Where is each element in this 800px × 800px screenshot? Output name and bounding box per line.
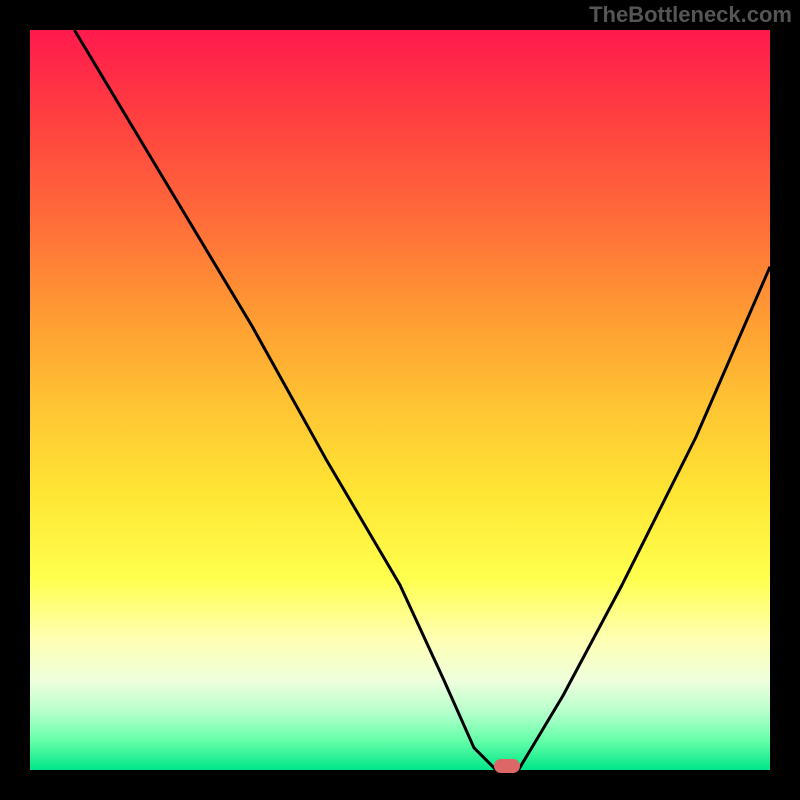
bottleneck-curve	[74, 30, 770, 770]
optimal-marker	[494, 759, 520, 773]
watermark-text: TheBottleneck.com	[589, 2, 792, 28]
curve-svg	[30, 30, 770, 770]
chart-container: TheBottleneck.com	[0, 0, 800, 800]
plot-area	[30, 30, 770, 770]
